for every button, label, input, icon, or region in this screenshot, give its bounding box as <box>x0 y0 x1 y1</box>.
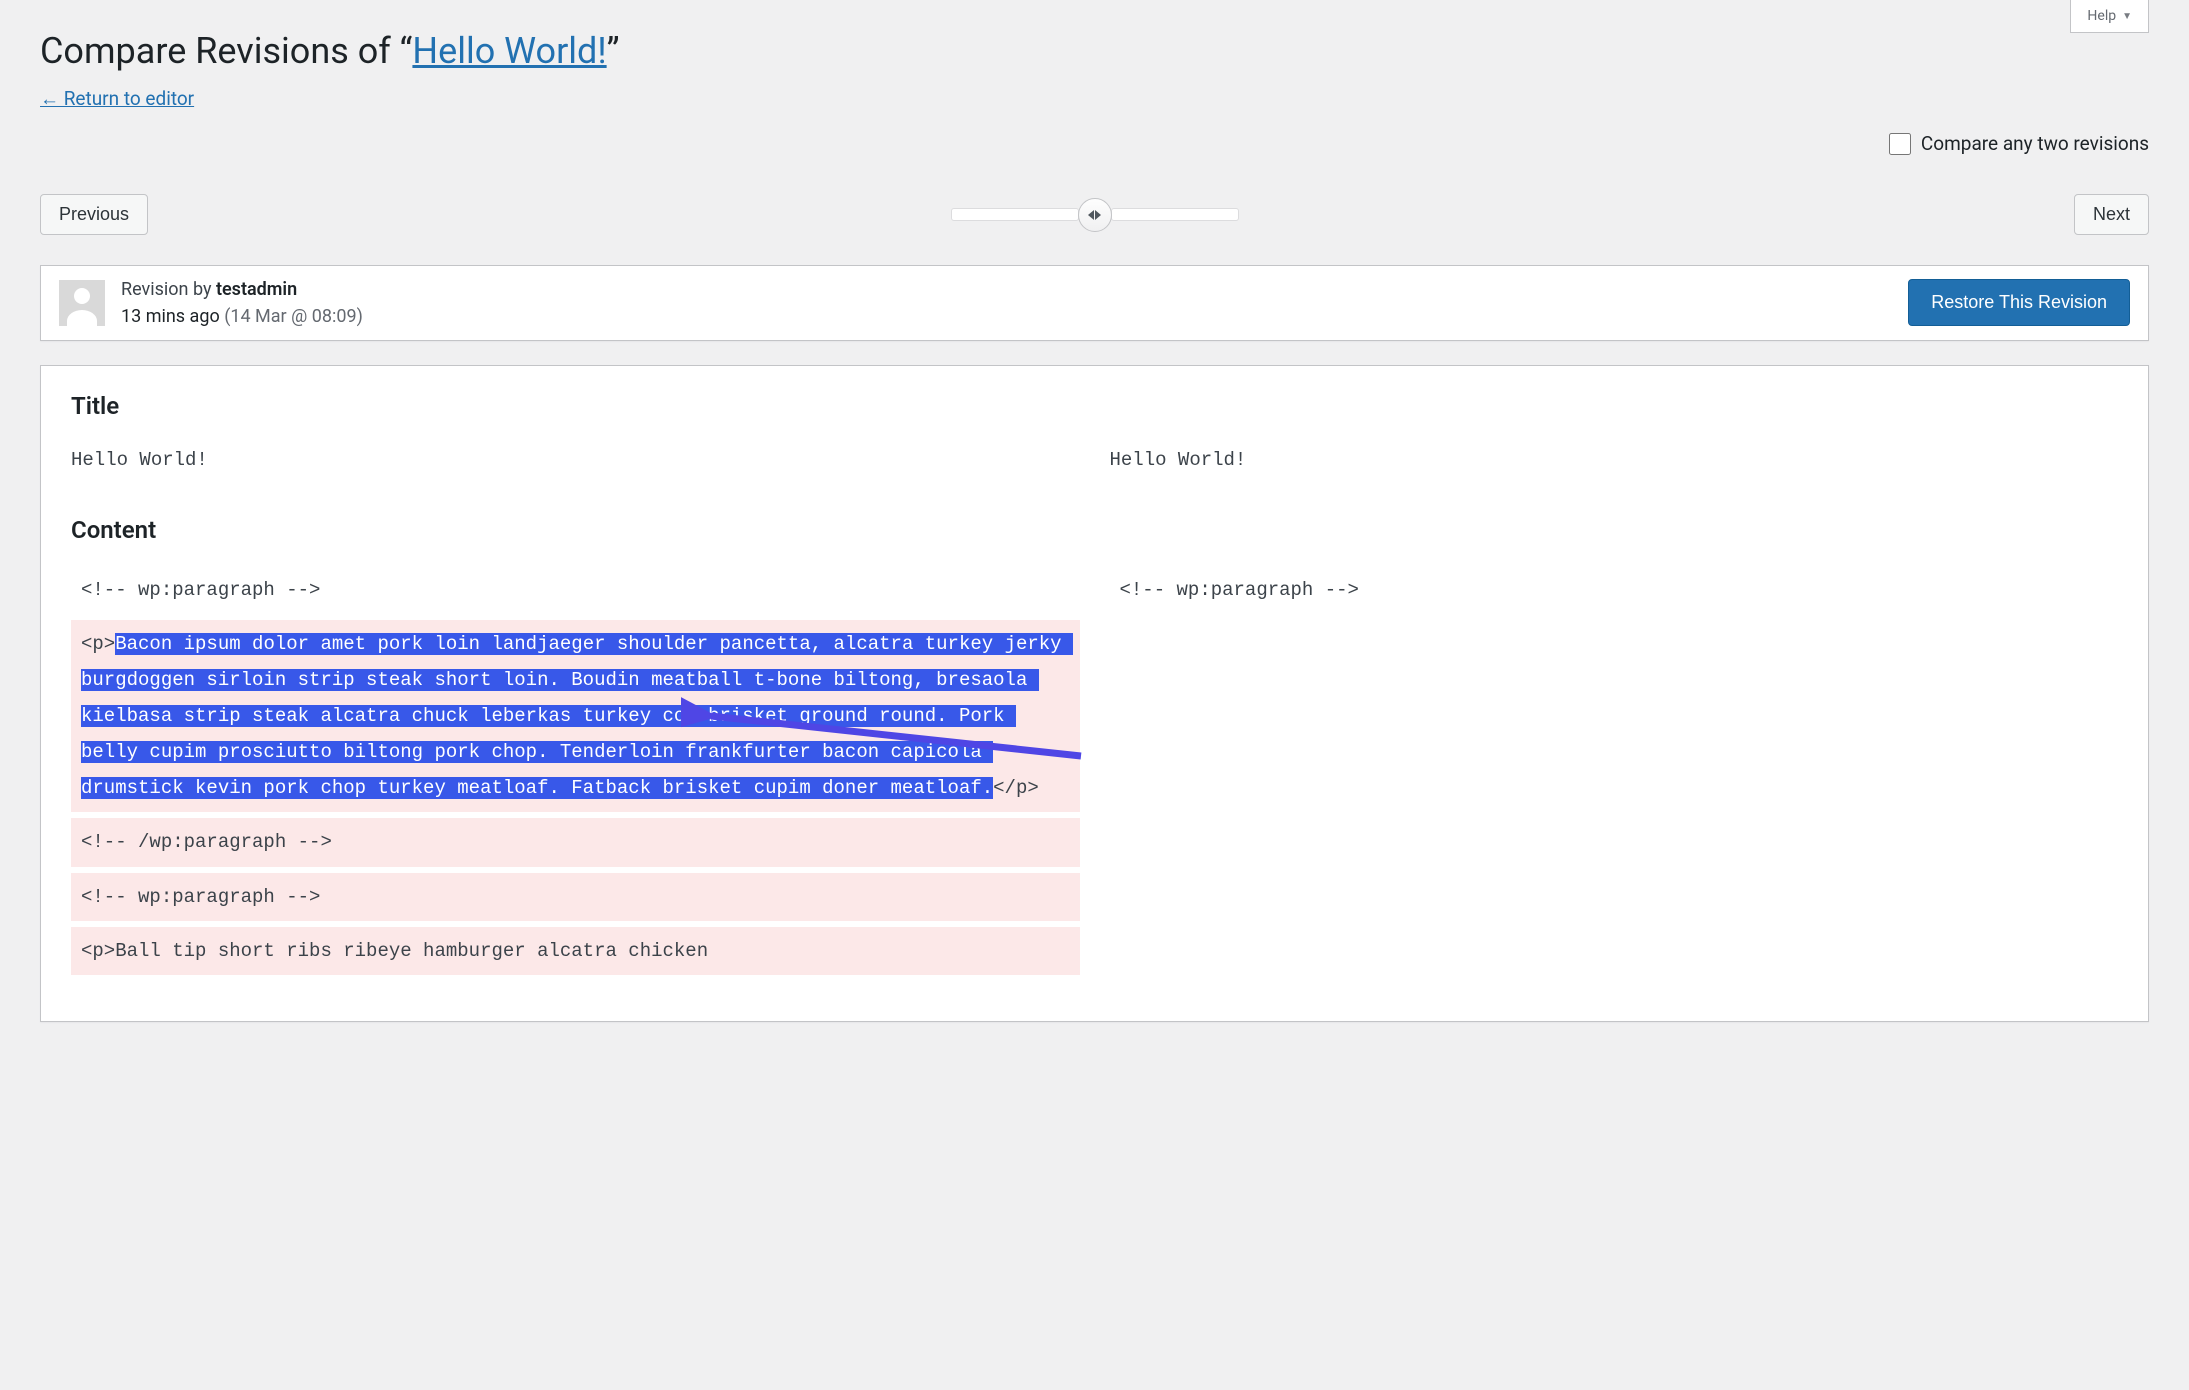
page-title-suffix: ” <box>607 30 620 72</box>
diff-row: <p>Ball tip short ribs ribeye hamburger … <box>71 927 2118 975</box>
compare-two-label: Compare any two revisions <box>1921 132 2149 155</box>
revision-time-ago: 13 mins ago <box>121 306 220 327</box>
diff-row: <!-- /wp:paragraph --> <box>71 818 2118 866</box>
return-to-editor-link[interactable]: ← Return to editor <box>40 87 194 111</box>
restore-revision-button[interactable]: Restore This Revision <box>1908 279 2130 326</box>
diff-title-heading: Title <box>71 392 2118 420</box>
diff-cell-prefix: <p> <box>81 633 115 655</box>
revision-slider[interactable] <box>951 198 1239 232</box>
diff-cell-left: <!-- /wp:paragraph --> <box>71 818 1080 866</box>
diff-cell-right <box>1110 873 2119 921</box>
compare-two-toggle[interactable]: Compare any two revisions <box>1889 132 2149 155</box>
page-title: Compare Revisions of “Hello World!” <box>40 0 2149 75</box>
diff-row: <!-- wp:paragraph --> <!-- wp:paragraph -… <box>71 566 2118 614</box>
diff-row: <p>Bacon ipsum dolor amet pork loin land… <box>71 620 2118 812</box>
diff-content-heading: Content <box>71 516 2118 544</box>
revision-author: testadmin <box>216 279 297 300</box>
revision-meta-panel: Revision by testadmin 13 mins ago (14 Ma… <box>40 265 2149 341</box>
revision-datetime: (14 Mar @ 08:09) <box>224 306 363 327</box>
help-tab-label: Help <box>2087 8 2116 24</box>
slider-handle[interactable] <box>1078 198 1112 232</box>
diff-removed-highlight: Bacon ipsum dolor amet pork loin landjae… <box>81 633 1073 799</box>
diff-cell-left: <p>Ball tip short ribs ribeye hamburger … <box>71 927 1080 975</box>
previous-button[interactable]: Previous <box>40 194 148 235</box>
diff-cell-right <box>1110 620 2119 812</box>
post-title-link[interactable]: Hello World! <box>412 30 606 72</box>
revisions-nav: Previous Next <box>40 187 2149 243</box>
diff-title-right: Hello World! <box>1110 442 2119 478</box>
diff-row: <!-- wp:paragraph --> <box>71 873 2118 921</box>
revision-by-prefix: Revision by <box>121 279 216 300</box>
diff-cell-left: <!-- wp:paragraph --> <box>71 566 1080 614</box>
next-button[interactable]: Next <box>2074 194 2149 235</box>
diff-cell-suffix: </p> <box>993 777 1039 799</box>
diff-cell-left: <p>Bacon ipsum dolor amet pork loin land… <box>71 620 1080 812</box>
diff-panel: Title Hello World! Hello World! Content … <box>40 365 2149 1022</box>
revision-by-line: Revision by testadmin <box>121 276 363 303</box>
chevron-down-icon: ▼ <box>2122 11 2132 22</box>
triangle-left-icon <box>1088 210 1094 220</box>
page-title-prefix: Compare Revisions of “ <box>40 30 412 72</box>
avatar <box>59 280 105 326</box>
diff-title-left: Hello World! <box>71 442 1080 478</box>
diff-cell-left: <!-- wp:paragraph --> <box>71 873 1080 921</box>
slider-track-left[interactable] <box>951 208 1079 221</box>
compare-two-checkbox[interactable] <box>1889 133 1911 155</box>
diff-cell-right <box>1110 818 2119 866</box>
diff-cell-right <box>1110 927 2119 975</box>
triangle-right-icon <box>1095 210 1101 220</box>
help-tab[interactable]: Help ▼ <box>2070 0 2149 33</box>
slider-track-right[interactable] <box>1111 208 1239 221</box>
diff-cell-right: <!-- wp:paragraph --> <box>1110 566 2119 614</box>
